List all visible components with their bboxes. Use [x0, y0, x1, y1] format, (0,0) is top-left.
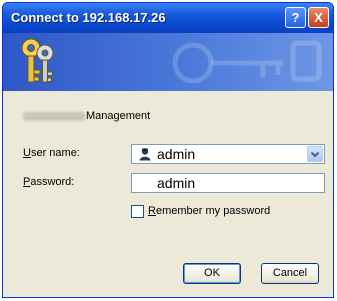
remember-password-checkbox[interactable]: [131, 205, 144, 218]
password-label: Password:: [23, 176, 75, 188]
title-bar[interactable]: Connect to 192.168.17.26 ? X: [3, 3, 333, 33]
username-label: User name:: [23, 147, 80, 159]
user-icon: [139, 148, 151, 161]
dialog-banner: [3, 33, 333, 91]
username-dropdown-button[interactable]: [307, 146, 323, 162]
realm-text: Management: [23, 110, 150, 122]
keys-icon: [21, 38, 54, 83]
realm-label: Management: [86, 110, 151, 122]
password-value: admin: [157, 175, 196, 191]
chevron-down-icon: [310, 151, 320, 158]
login-dialog: Connect to 192.168.17.26 ? X Management …: [2, 2, 334, 298]
ok-button[interactable]: OK: [183, 263, 241, 284]
help-button[interactable]: ?: [285, 7, 306, 28]
username-value: admin: [157, 146, 196, 162]
username-combobox[interactable]: admin: [131, 144, 325, 164]
redacted-text: [23, 111, 85, 121]
cancel-button[interactable]: Cancel: [261, 263, 319, 284]
banner-decoration: [172, 40, 322, 84]
window-title: Connect to 192.168.17.26: [11, 10, 166, 25]
password-field[interactable]: admin: [131, 173, 325, 193]
remember-password-label[interactable]: Remember my password: [148, 205, 270, 217]
close-button[interactable]: X: [308, 7, 329, 28]
dialog-body: Management User name: admin Password: ad…: [3, 91, 333, 297]
